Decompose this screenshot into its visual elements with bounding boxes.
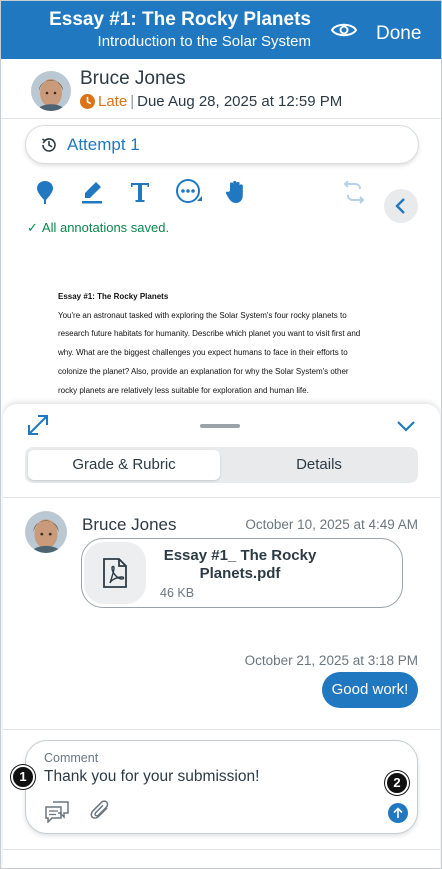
- highlighter-icon[interactable]: [79, 179, 105, 205]
- done-button[interactable]: Done: [376, 23, 421, 45]
- annotation-toolbar: [1, 171, 441, 215]
- undo-redo-icon[interactable]: [341, 179, 367, 205]
- avatar: [25, 511, 67, 553]
- speedgrader-screen: Essay #1: The Rocky Planets Introduction…: [0, 0, 442, 869]
- separator: |: [130, 93, 135, 110]
- pdf-file-icon-box: [84, 542, 146, 604]
- tab-grade-rubric[interactable]: Grade & Rubric: [28, 450, 220, 480]
- attempt-selector[interactable]: Attempt 1: [25, 125, 419, 164]
- document-preview: Essay #1: The Rocky Planets You're an as…: [58, 288, 388, 400]
- callout-marker: 2: [385, 771, 409, 795]
- student-row[interactable]: Bruce Jones Late | Due Aug 28, 2025 at 12:…: [1, 59, 441, 119]
- attachment-size: 46 KB: [160, 586, 195, 600]
- attachment-name: Essay #1_ The Rocky Planets.pdf: [163, 547, 317, 582]
- assignment-title: Essay #1: The Rocky Planets: [49, 9, 311, 30]
- divider: [3, 849, 440, 850]
- document-line: research future habitats for humanity. D…: [58, 329, 361, 339]
- submission-status: Late | Due Aug 28, 2025 at 12:59 PM: [80, 93, 342, 111]
- tab-details[interactable]: Details: [223, 450, 415, 480]
- clock-icon: [80, 94, 95, 109]
- course-subtitle: Introduction to the Solar System: [97, 33, 311, 50]
- reply-bubble: Good work!: [322, 672, 418, 708]
- collapse-toolbar-button[interactable]: [384, 189, 418, 223]
- header-bar: Essay #1: The Rocky Planets Introduction…: [1, 1, 441, 59]
- late-label: Late: [98, 93, 128, 110]
- more-icon[interactable]: [175, 179, 203, 205]
- expand-icon[interactable]: [25, 412, 51, 438]
- header-titles: Essay #1: The Rocky Planets Introduction…: [1, 9, 311, 51]
- check-icon: ✓: [27, 220, 38, 235]
- panel-tabs: Grade & Rubric Details: [25, 447, 418, 483]
- attempt-label: Attempt 1: [67, 135, 140, 154]
- comment-author: Bruce Jones: [82, 515, 177, 534]
- comment-library-icon[interactable]: [44, 799, 70, 823]
- attachment-card[interactable]: Essay #1_ The Rocky Planets.pdf 46 KB: [81, 538, 403, 608]
- document-line: rocky planets are relatively less suitab…: [58, 385, 309, 395]
- comment-placeholder: Comment: [44, 751, 99, 765]
- chevron-down-icon[interactable]: [396, 419, 416, 433]
- paperclip-icon[interactable]: [88, 799, 114, 823]
- callout-marker: 1: [11, 765, 35, 789]
- text-icon[interactable]: [127, 179, 153, 205]
- comment-composer[interactable]: Comment Thank you for your submission!: [25, 740, 418, 834]
- arrow-up-icon: [393, 807, 403, 818]
- comment-date: October 10, 2025 at 4:49 AM: [245, 517, 418, 532]
- document-title: Essay #1: The Rocky Planets: [58, 292, 169, 301]
- status-text: All annotations saved.: [41, 220, 170, 235]
- reply-date: October 21, 2025 at 3:18 PM: [244, 653, 418, 668]
- comment-input[interactable]: Thank you for your submission!: [44, 768, 259, 786]
- divider: [3, 729, 440, 730]
- document-line: why. What are the biggest challenges you…: [58, 348, 348, 358]
- send-button[interactable]: [388, 803, 408, 823]
- avatar: [31, 71, 71, 111]
- eye-icon[interactable]: [331, 21, 357, 39]
- document-line: You're an astronaut tasked with explorin…: [58, 310, 347, 320]
- due-date: Due Aug 28, 2025 at 12:59 PM: [137, 93, 343, 110]
- hand-icon[interactable]: [223, 179, 249, 205]
- divider: [3, 497, 440, 498]
- grading-panel: Grade & Rubric Details Bruce Jones Octob…: [3, 404, 440, 868]
- drag-handle[interactable]: [200, 424, 240, 428]
- pin-icon[interactable]: [32, 179, 58, 205]
- pdf-icon: [103, 558, 127, 588]
- document-line: colonize the planet? Also, provide an ex…: [58, 366, 349, 376]
- student-name: Bruce Jones: [80, 68, 186, 89]
- history-icon: [42, 138, 56, 152]
- chevron-left-icon: [395, 198, 405, 214]
- annotations-saved-status: ✓ All annotations saved.: [27, 220, 169, 236]
